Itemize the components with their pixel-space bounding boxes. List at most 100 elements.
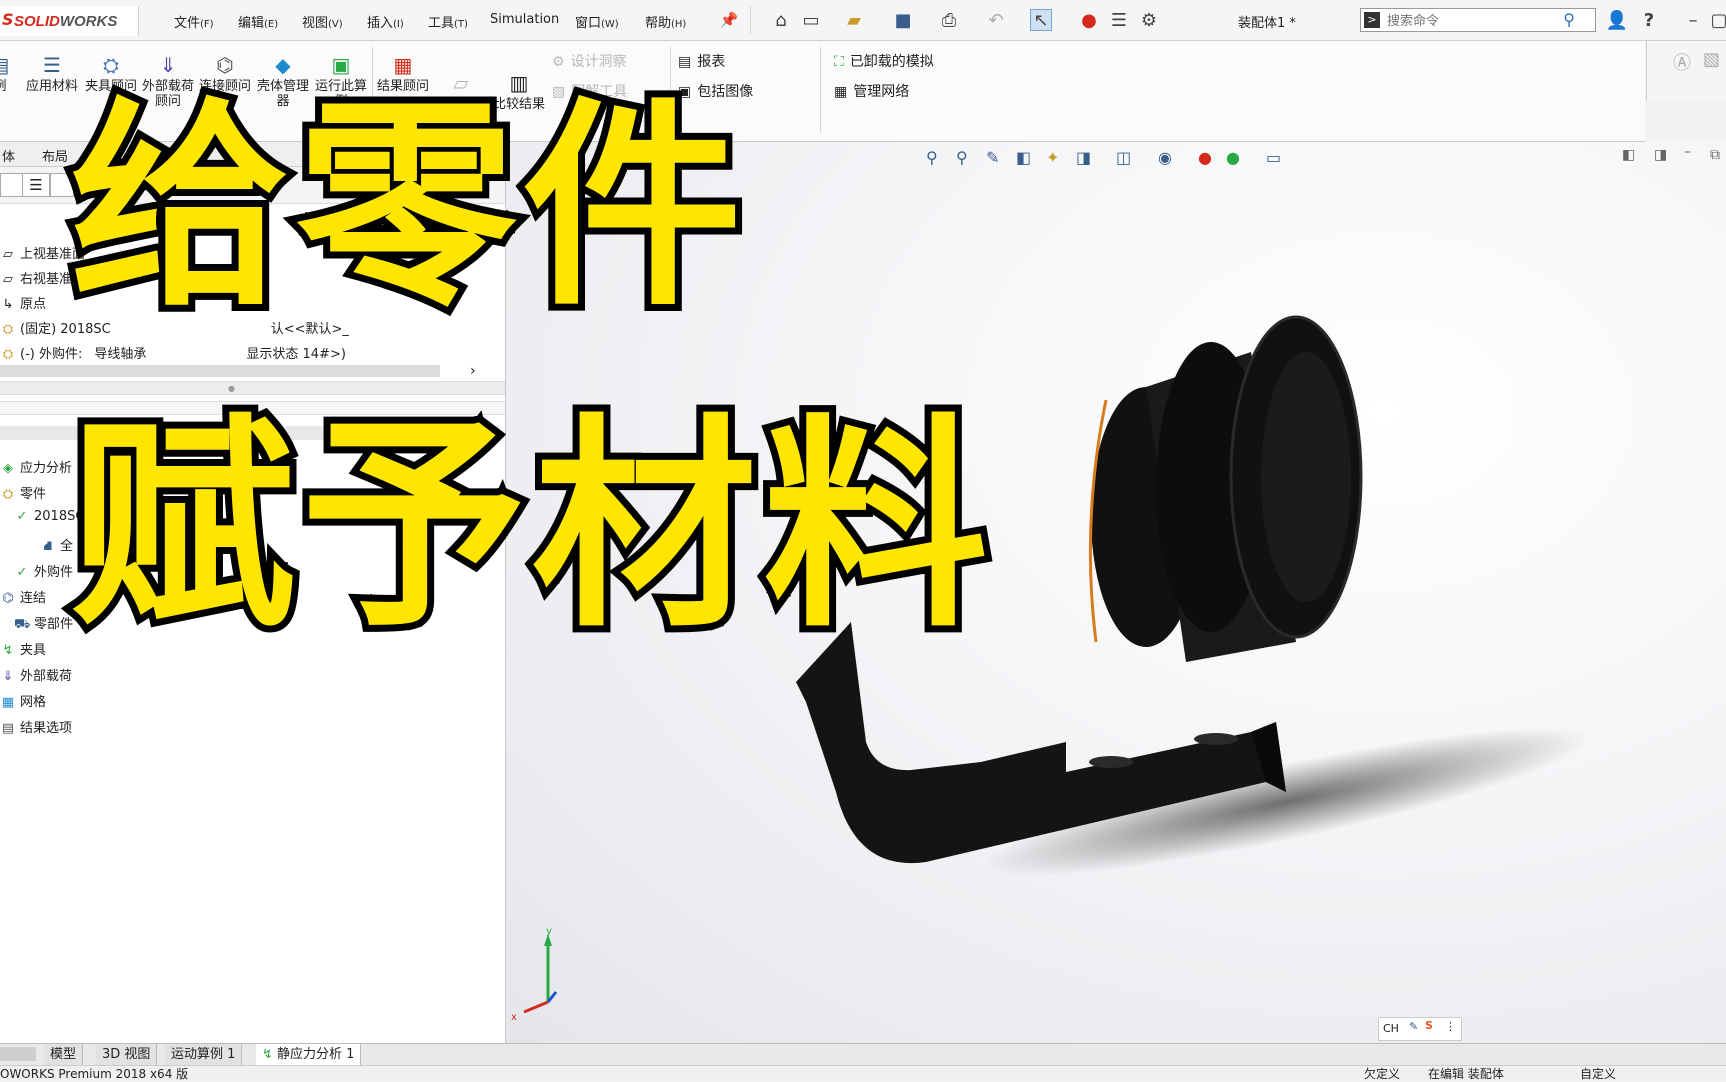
help-icon[interactable]: ?: [1638, 9, 1660, 31]
logo-text: SOLIDWORKS: [14, 13, 118, 30]
tab-motion-study[interactable]: 运动算例 1: [165, 1044, 243, 1065]
file-properties-icon[interactable]: ☰: [1108, 9, 1130, 31]
menu-help[interactable]: 帮助(H): [645, 12, 686, 31]
print-icon[interactable]: ⎙: [938, 9, 960, 31]
design-insight-button[interactable]: ⚙ 设计洞察: [552, 51, 627, 71]
fixture-icon: ↯: [2, 643, 14, 658]
divider: [750, 6, 751, 34]
command-prompt-icon: >: [1364, 12, 1380, 28]
status-editing: 在编辑 装配体: [1428, 1067, 1504, 1081]
ime-lang: CH: [1383, 1022, 1399, 1035]
tree-item-fixtures[interactable]: ↯ 夹具: [0, 639, 46, 658]
solidworks-logo[interactable]: S SOLIDWORKS: [0, 6, 139, 36]
parts-folder-icon: ⛭: [2, 487, 14, 502]
tab-3d-view[interactable]: 3D 视图: [96, 1044, 158, 1065]
tree-item-mesh[interactable]: ▦ 网格: [0, 691, 46, 710]
material-icon: ⛘: [43, 539, 53, 554]
menu-file[interactable]: 文件(F): [174, 12, 214, 31]
tab-layout[interactable]: 布局: [42, 146, 68, 165]
mount-hole: [1194, 733, 1238, 745]
overlay-title-line2: 赋予材料: [63, 396, 995, 658]
plane-icon: ▱: [3, 247, 13, 262]
horizontal-scrollbar[interactable]: [0, 365, 440, 377]
divider: [820, 47, 821, 133]
tree-item-purchased-part[interactable]: ⛭ (-) 外购件: 导线轴承 显示状态 14#>): [0, 343, 346, 362]
minimize-icon[interactable]: –: [1682, 9, 1704, 31]
tree-item-component-contacts[interactable]: ⛟ 零部件: [14, 613, 73, 634]
ime-indicator[interactable]: CH ✎ S ⋮: [1378, 1017, 1462, 1041]
component-contact-icon: ⛟: [14, 617, 31, 632]
tab-static-study[interactable]: ↯ 静应力分析 1: [256, 1044, 362, 1065]
study-icon: ↯: [262, 1047, 273, 1062]
mesh-icon: ▦: [1, 695, 15, 710]
traffic-light-icon[interactable]: ●: [1078, 9, 1100, 31]
menu-insert[interactable]: 插入(I): [367, 12, 404, 31]
origin-icon: ↳: [2, 297, 14, 312]
open-folder-icon[interactable]: ▰: [843, 9, 865, 31]
load-icon: ⇓: [2, 669, 14, 684]
unloaded-simulations-button[interactable]: ⛶ 已卸载的模拟: [834, 51, 934, 71]
ime-sogou-icon: S: [1425, 1019, 1433, 1032]
logo-mark: S: [2, 10, 14, 29]
study-icon: ◈: [3, 461, 13, 476]
axis-x-label: x: [511, 1012, 517, 1023]
result-options-icon: ▤: [1, 721, 15, 736]
tree-item-origin[interactable]: ↳ 原点: [0, 293, 46, 312]
search-input[interactable]: [1385, 11, 1569, 31]
document-title: 装配体1 *: [1238, 16, 1296, 31]
tree-item-external-loads[interactable]: ⇓ 外部载荷: [0, 665, 72, 684]
part-icon: ⛭: [2, 347, 14, 362]
connections-icon: ⌬: [2, 591, 14, 606]
home-icon[interactable]: ⌂: [770, 9, 792, 31]
tree-item-parts[interactable]: ⛭ 零件: [0, 483, 46, 502]
tab-scroll-controls[interactable]: [0, 1047, 36, 1061]
tree-item-whole[interactable]: ⛘ 全: [40, 535, 73, 556]
status-definition: 欠定义: [1364, 1067, 1401, 1081]
check-part-icon: ✓: [16, 565, 28, 580]
overlay-title-line1: 给零件: [63, 79, 749, 335]
menu-view[interactable]: 视图(V): [302, 12, 343, 31]
plane-icon: ▱: [3, 272, 13, 287]
select-cursor-icon[interactable]: ↖: [1030, 9, 1052, 31]
menu-window[interactable]: 窗口(W): [575, 12, 619, 31]
pin-icon[interactable]: 📌: [718, 9, 740, 31]
maximize-icon[interactable]: ▢: [1708, 9, 1726, 31]
options-gear-icon[interactable]: ⚙: [1138, 9, 1160, 31]
search-icon[interactable]: ⚲: [1563, 10, 1575, 29]
housing-face: [1261, 352, 1351, 602]
mount-hole: [1089, 756, 1133, 768]
save-icon[interactable]: ■: [892, 9, 914, 31]
user-icon[interactable]: 👤: [1606, 9, 1628, 31]
ime-pen-icon: ✎: [1409, 1020, 1419, 1033]
scroll-right-icon[interactable]: ›: [470, 363, 476, 379]
annotation-icon[interactable]: Ⓐ: [1673, 49, 1691, 75]
status-product: OWORKS Premium 2018 x64 版: [0, 1067, 189, 1081]
bottom-tabs: 模型 3D 视图 运动算例 1 ↯ 静应力分析 1: [0, 1043, 1726, 1066]
tab-body[interactable]: 体: [2, 146, 15, 165]
status-units[interactable]: 自定义: [1580, 1065, 1616, 1082]
manage-network-button[interactable]: ▦ 管理网络: [834, 81, 909, 101]
part-icon: ⛭: [2, 322, 14, 337]
status-bar: OWORKS Premium 2018 x64 版 欠定义 在编辑 装配体 自定…: [0, 1065, 1726, 1082]
new-document-icon[interactable]: ▭: [800, 9, 822, 31]
tree-item-connections[interactable]: ⌬ 连结: [0, 587, 46, 606]
menu-tools[interactable]: 工具(T): [428, 12, 468, 31]
menu-bar: S SOLIDWORKS 文件(F) 编辑(E) 视图(V) 插入(I) 工具(…: [0, 0, 1726, 41]
search-box[interactable]: > ⚲: [1360, 8, 1596, 32]
tree-item-result-options[interactable]: ▤ 结果选项: [0, 717, 72, 736]
menu-simulation[interactable]: Simulation: [490, 12, 559, 27]
report-button[interactable]: ▤ 报表: [678, 51, 725, 71]
filter-icon[interactable]: [0, 173, 24, 197]
ribbon-study-button[interactable]: ▤例: [0, 53, 20, 94]
undo-icon[interactable]: ↶: [985, 9, 1007, 31]
ribbon-side-panel: Ⓐ ▧: [1646, 41, 1726, 101]
axis-triad: y x: [511, 926, 558, 1023]
menu-edit[interactable]: 编辑(E): [238, 12, 278, 31]
tree-item-purchased[interactable]: ✓ 外购件: [14, 561, 73, 580]
sketch-icon[interactable]: ▧: [1703, 49, 1720, 70]
feature-tree-icon[interactable]: ☰: [22, 173, 50, 197]
axis-y-label: y: [546, 926, 552, 937]
panel-splitter[interactable]: ●: [0, 381, 505, 395]
ime-menu-icon[interactable]: ⋮: [1445, 1020, 1456, 1033]
tab-model[interactable]: 模型: [44, 1044, 84, 1065]
